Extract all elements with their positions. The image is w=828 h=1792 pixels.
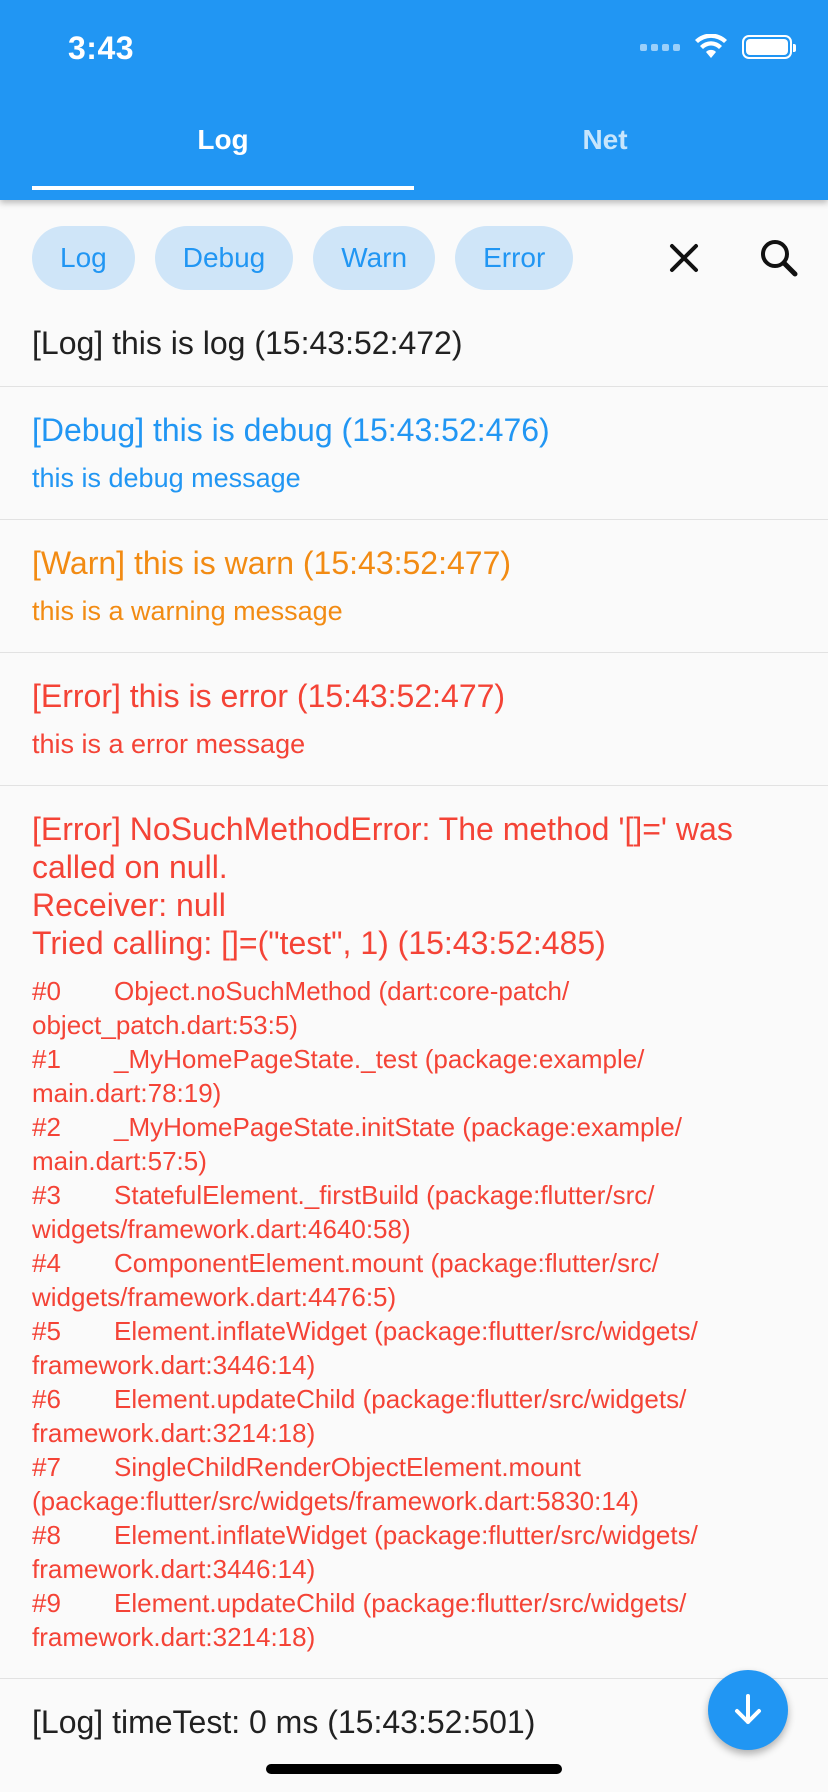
search-icon[interactable] xyxy=(755,234,803,282)
filter-chip-warn[interactable]: Warn xyxy=(313,226,436,290)
log-entry[interactable]: [Warn] this is warn (15:43:52:477) this … xyxy=(0,520,828,653)
stack-frame-cont: main.dart:57:5) xyxy=(32,1146,207,1176)
frame-text: _MyHomePageState._test (package:example/ xyxy=(114,1044,645,1074)
frame-index: #0 xyxy=(32,976,61,1006)
log-entry[interactable]: [Error] this is error (15:43:52:477) thi… xyxy=(0,653,828,786)
tab-net[interactable]: Net xyxy=(414,112,796,200)
log-title: [Log] timeTest: 0 ms (15:43:52:501) xyxy=(32,1704,536,1740)
frame-index: #5 xyxy=(32,1316,61,1346)
log-entry[interactable]: [Error] NoSuchMethodError: The method '[… xyxy=(0,786,828,1679)
stack-frame-cont: framework.dart:3214:18) xyxy=(32,1622,316,1652)
frame-index: #1 xyxy=(32,1044,61,1074)
frame-text: Element.updateChild (package:flutter/src… xyxy=(114,1384,687,1414)
tab-bar: Log Net xyxy=(32,112,796,200)
stack-frame-cont: widgets/framework.dart:4640:58) xyxy=(32,1214,411,1244)
frame-index: #3 xyxy=(32,1180,61,1210)
home-indicator xyxy=(266,1764,562,1774)
stack-frame-cont: widgets/framework.dart:4476:5) xyxy=(32,1282,397,1312)
log-title-line: called on null. xyxy=(32,849,228,885)
arrow-down-icon xyxy=(735,1694,761,1724)
stack-frame: #8 Element.inflateWidget (package:flutter… xyxy=(32,1518,796,1552)
level-filter-bar: Log Debug Warn Error xyxy=(32,226,574,290)
stack-frame-cont: object_patch.dart:53:5) xyxy=(32,1010,298,1040)
log-message: this is a warning message xyxy=(32,596,343,626)
frame-text: Element.inflateWidget (package:flutter/s… xyxy=(114,1316,698,1346)
close-icon[interactable] xyxy=(660,234,708,282)
log-title-line: Receiver: null xyxy=(32,887,226,923)
stack-frame-cont: framework.dart:3446:14) xyxy=(32,1554,316,1584)
stack-frame: #3 StatefulElement._firstBuild (package:f… xyxy=(32,1178,796,1212)
stack-frame-cont: framework.dart:3214:18) xyxy=(32,1418,316,1448)
frame-index: #7 xyxy=(32,1452,61,1482)
log-entry[interactable]: [Log] this is log (15:43:52:472) xyxy=(0,300,828,387)
frame-text: ComponentElement.mount (package:flutter/… xyxy=(114,1248,659,1278)
frame-text: StatefulElement._firstBuild (package:flu… xyxy=(114,1180,655,1210)
signal-icon xyxy=(640,43,680,51)
stack-frame: #5 Element.inflateWidget (package:flutter… xyxy=(32,1314,796,1348)
frame-text: Element.updateChild (package:flutter/src… xyxy=(114,1588,687,1618)
log-title: [Warn] this is warn (15:43:52:477) xyxy=(32,545,512,581)
frame-index: #9 xyxy=(32,1588,61,1618)
log-entry[interactable]: [Log] timeTest: 0 ms (15:43:52:501) xyxy=(0,1679,828,1765)
stack-frame: #1 _MyHomePageState._test (package:exampl… xyxy=(32,1042,796,1076)
log-message: this is a error message xyxy=(32,729,306,759)
log-title-line: Tried calling: []=("test", 1) (15:43:52:… xyxy=(32,925,606,961)
frame-index: #6 xyxy=(32,1384,61,1414)
frame-index: #2 xyxy=(32,1112,61,1142)
stack-frame: #6 Element.updateChild (package:flutter/s… xyxy=(32,1382,796,1416)
frame-text: Element.inflateWidget (package:flutter/s… xyxy=(114,1520,698,1550)
stack-frame: #7 SingleChildRenderObjectElement.mount xyxy=(32,1450,796,1484)
frame-text: Object.noSuchMethod (dart:core-patch/ xyxy=(114,976,570,1006)
log-title: [Error] NoSuchMethodError: The method '[… xyxy=(32,810,796,962)
scroll-to-bottom-button[interactable] xyxy=(708,1670,788,1750)
frame-text: SingleChildRenderObjectElement.mount xyxy=(114,1452,581,1482)
filter-chip-debug[interactable]: Debug xyxy=(154,226,294,290)
battery-icon xyxy=(742,35,796,59)
stack-frame-cont: framework.dart:3446:14) xyxy=(32,1350,316,1380)
log-title: [Log] this is log (15:43:52:472) xyxy=(32,325,463,361)
stack-frame: #4 ComponentElement.mount (package:flutte… xyxy=(32,1246,796,1280)
wifi-icon xyxy=(695,34,727,58)
stack-frame: #0 Object.noSuchMethod (dart:core-patch/ xyxy=(32,974,796,1008)
log-message: this is debug message xyxy=(32,463,301,493)
filter-chip-log[interactable]: Log xyxy=(32,226,135,290)
tab-log[interactable]: Log xyxy=(32,112,414,200)
log-title: [Error] this is error (15:43:52:477) xyxy=(32,678,506,714)
stack-frame-cont: (package:flutter/src/widgets/framework.d… xyxy=(32,1486,639,1516)
status-time: 3:43 xyxy=(68,30,135,66)
log-list: [Log] this is log (15:43:52:472) [Debug]… xyxy=(0,300,828,1765)
log-entry[interactable]: [Debug] this is debug (15:43:52:476) thi… xyxy=(0,387,828,520)
frame-index: #8 xyxy=(32,1520,61,1550)
log-title-line: [Error] NoSuchMethodError: The method '[… xyxy=(32,811,733,847)
filter-chip-error[interactable]: Error xyxy=(455,226,574,290)
frame-text: _MyHomePageState.initState (package:exam… xyxy=(114,1112,682,1142)
stack-frame: #9 Element.updateChild (package:flutter/s… xyxy=(32,1586,796,1620)
stack-trace: #0 Object.noSuchMethod (dart:core-patch/ … xyxy=(32,974,796,1654)
status-icons xyxy=(640,34,796,60)
stack-frame: #2 _MyHomePageState.initState (package:ex… xyxy=(32,1110,796,1144)
frame-index: #4 xyxy=(32,1248,61,1278)
stack-frame-cont: main.dart:78:19) xyxy=(32,1078,222,1108)
log-title: [Debug] this is debug (15:43:52:476) xyxy=(32,412,550,448)
app-bar: 3:43 Log Net xyxy=(0,0,828,200)
